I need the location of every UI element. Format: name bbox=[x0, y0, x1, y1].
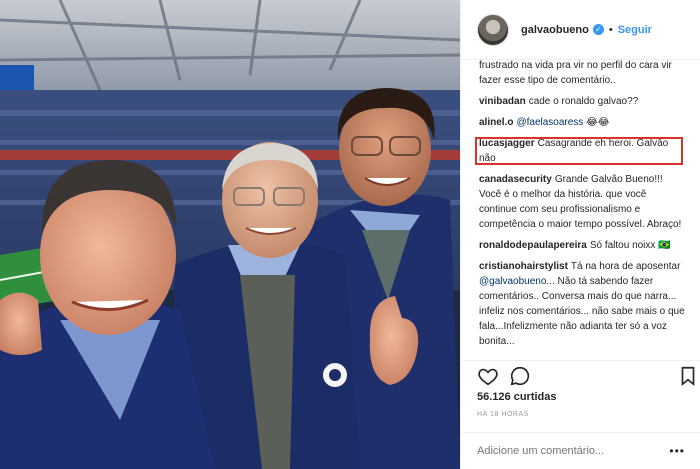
comment-username[interactable]: alinel.o bbox=[479, 117, 513, 128]
comment-item: canadasecurity Grande Galvão Bueno!!! Voc… bbox=[479, 172, 685, 232]
avatar[interactable] bbox=[477, 13, 509, 46]
comment-text: frustrado na vida pra vir no perfil do c… bbox=[479, 60, 672, 86]
comment-mention[interactable]: @faelasoaress bbox=[516, 117, 583, 128]
instagram-post: galvaobueno ✓ • Seguir frustrado na vida… bbox=[0, 0, 700, 469]
heart-icon[interactable] bbox=[477, 365, 499, 387]
follow-button[interactable]: Seguir bbox=[618, 24, 652, 36]
comment-username[interactable]: canadasecurity bbox=[479, 174, 552, 185]
comment-username[interactable]: vinibadan bbox=[479, 96, 526, 107]
username-link[interactable]: galvaobueno bbox=[521, 24, 589, 36]
separator-dot: • bbox=[608, 23, 613, 36]
comment-input[interactable] bbox=[477, 445, 670, 457]
post-timestamp[interactable]: HÁ 18 HORAS bbox=[477, 411, 529, 418]
ellipsis-icon[interactable]: ••• bbox=[669, 444, 685, 458]
add-comment-bar: ••• bbox=[461, 432, 700, 469]
comment-item: ronaldodepaulapereira Só faltou noixx 🇧🇷 bbox=[479, 238, 685, 253]
comment-item: alinel.o @faelasoaress 😂😂 bbox=[479, 115, 685, 130]
likes-count[interactable]: 56.126 curtidas bbox=[477, 391, 557, 403]
bookmark-icon[interactable] bbox=[677, 365, 699, 387]
comment-text: 😂😂 bbox=[586, 117, 610, 128]
comment-item: frustrado na vida pra vir no perfil do c… bbox=[479, 60, 685, 88]
comment-username[interactable]: ronaldodepaulapereira bbox=[479, 240, 587, 251]
post-header: galvaobueno ✓ • Seguir bbox=[461, 0, 700, 60]
comment-mention[interactable]: @galvaobueno bbox=[479, 276, 546, 287]
action-bar bbox=[461, 360, 700, 390]
comment-text: Só faltou noixx 🇧🇷 bbox=[589, 240, 671, 251]
post-photo[interactable] bbox=[0, 0, 460, 469]
comment-text: cade o ronaldo galvao?? bbox=[528, 96, 639, 107]
comment-text: Tá na hora de aposentar bbox=[570, 261, 681, 272]
comments-list[interactable]: frustrado na vida pra vir no perfil do c… bbox=[461, 60, 700, 360]
verified-badge-icon: ✓ bbox=[592, 24, 604, 35]
highlight-box bbox=[475, 137, 683, 165]
post-sidebar: galvaobueno ✓ • Seguir frustrado na vida… bbox=[460, 0, 700, 469]
comment-item: vinibadan cade o ronaldo galvao?? bbox=[479, 94, 685, 109]
stadium-selfie-image bbox=[0, 0, 460, 469]
comment-item: cristianohairstylist Tá na hora de aposen… bbox=[479, 259, 685, 349]
comment-bubble-icon[interactable] bbox=[509, 365, 531, 387]
comment-username[interactable]: cristianohairstylist bbox=[479, 261, 568, 272]
